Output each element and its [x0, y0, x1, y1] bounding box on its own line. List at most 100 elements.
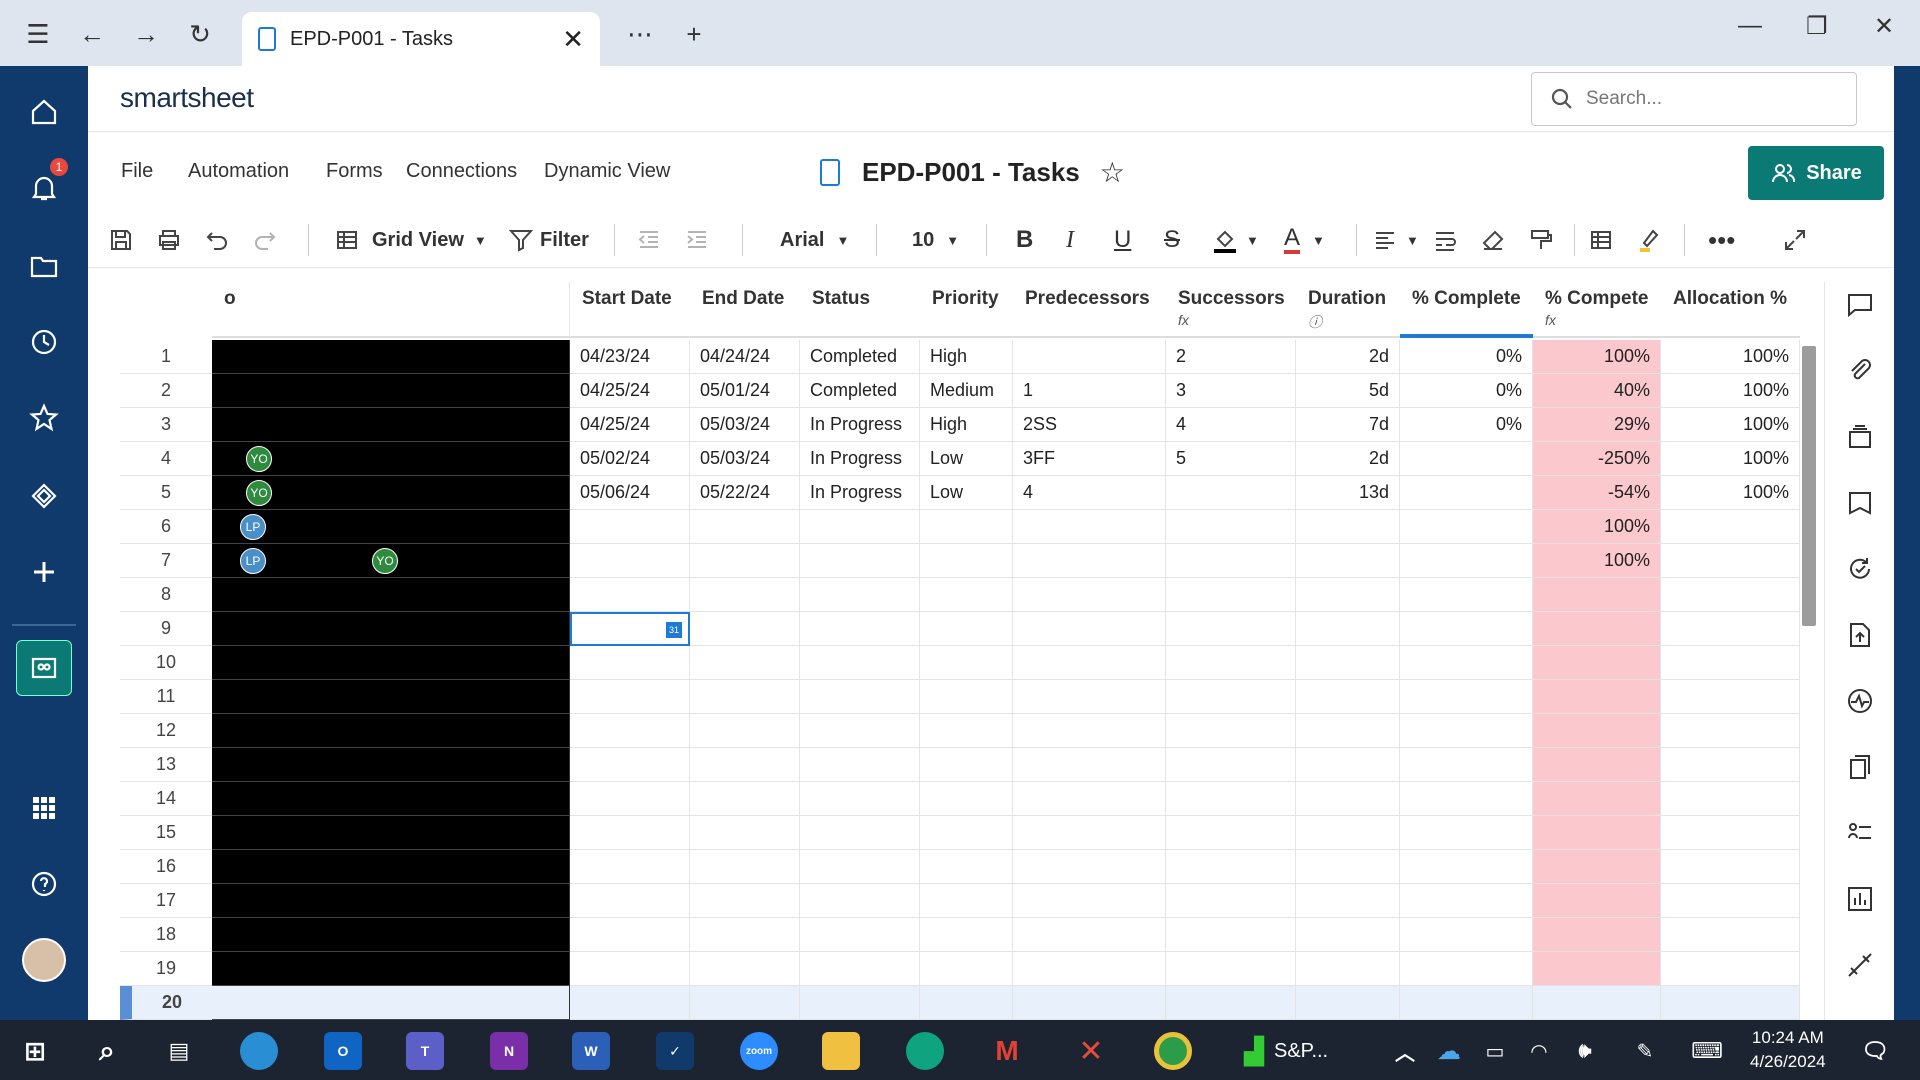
- table-cell[interactable]: [1533, 782, 1661, 816]
- table-cell[interactable]: Completed: [800, 374, 920, 408]
- table-cell[interactable]: [570, 850, 690, 884]
- table-cell[interactable]: [800, 748, 920, 782]
- table-cell[interactable]: [1400, 850, 1533, 884]
- brandfolder-icon[interactable]: [1843, 486, 1877, 520]
- table-cell[interactable]: -250%: [1533, 442, 1661, 476]
- restore-icon[interactable]: ❐: [1806, 12, 1828, 41]
- table-cell[interactable]: [1296, 578, 1400, 612]
- table-cell[interactable]: [1166, 748, 1296, 782]
- table-cell[interactable]: [920, 646, 1013, 680]
- table-cell[interactable]: [1400, 510, 1533, 544]
- table-cell[interactable]: 100%: [1661, 340, 1800, 374]
- menu-connections[interactable]: Connections: [406, 160, 517, 183]
- menu-automation[interactable]: Automation: [188, 160, 289, 183]
- table-cell[interactable]: [1661, 816, 1800, 850]
- grid-view-dropdown[interactable]: Grid View ▼: [334, 224, 487, 256]
- table-cell[interactable]: [212, 578, 570, 612]
- table-cell[interactable]: [690, 612, 800, 646]
- table-cell[interactable]: 5d: [1296, 374, 1400, 408]
- table-cell[interactable]: [570, 748, 690, 782]
- browser-menu-icon[interactable]: ☰: [18, 14, 58, 54]
- table-cell[interactable]: 04/24/24: [690, 340, 800, 374]
- table-cell[interactable]: [1661, 612, 1800, 646]
- table-cell[interactable]: Low: [920, 442, 1013, 476]
- table-cell[interactable]: [690, 544, 800, 578]
- file-explorer-icon[interactable]: [822, 1032, 860, 1070]
- menu-dynamic-view[interactable]: Dynamic View: [544, 160, 670, 183]
- table-cell[interactable]: [570, 510, 690, 544]
- table-cell[interactable]: 2d: [1296, 340, 1400, 374]
- row-number[interactable]: 13: [120, 748, 212, 782]
- table-cell[interactable]: 2: [1166, 340, 1296, 374]
- summary-icon[interactable]: [1843, 684, 1877, 718]
- table-cell[interactable]: [920, 986, 1013, 1020]
- table-cell[interactable]: [212, 646, 570, 680]
- table-cell[interactable]: [920, 884, 1013, 918]
- col-priority[interactable]: Priority: [920, 282, 1013, 338]
- table-cell[interactable]: [212, 850, 570, 884]
- table-cell[interactable]: [1296, 646, 1400, 680]
- table-cell[interactable]: [1296, 850, 1400, 884]
- table-cell[interactable]: 4: [1166, 408, 1296, 442]
- table-cell[interactable]: [1661, 884, 1800, 918]
- table-cell[interactable]: [920, 782, 1013, 816]
- table-cell[interactable]: [1533, 612, 1661, 646]
- table-cell[interactable]: [212, 340, 570, 374]
- table-cell[interactable]: [1661, 986, 1800, 1020]
- help-icon[interactable]: [22, 862, 66, 906]
- folder-icon[interactable]: [22, 244, 66, 288]
- table-cell[interactable]: [1296, 986, 1400, 1020]
- col-pct-compete[interactable]: % Compete fx: [1533, 282, 1661, 338]
- table-cell[interactable]: [1013, 816, 1166, 850]
- activity-log-icon[interactable]: [1843, 552, 1877, 586]
- table-cell[interactable]: [800, 952, 920, 986]
- table-cell[interactable]: [690, 952, 800, 986]
- table-cell[interactable]: [1533, 850, 1661, 884]
- col-primary[interactable]: o: [212, 282, 570, 338]
- table-cell[interactable]: 0%: [1400, 374, 1533, 408]
- row-number[interactable]: 9: [120, 612, 212, 646]
- sheet-title-text[interactable]: EPD-P001 - Tasks: [862, 157, 1080, 188]
- close-window-icon[interactable]: ✕: [1874, 12, 1894, 41]
- table-cell[interactable]: [212, 816, 570, 850]
- table-cell[interactable]: [212, 748, 570, 782]
- font-size-dropdown[interactable]: 10 ▼: [912, 224, 959, 256]
- table-cell[interactable]: 5: [1166, 442, 1296, 476]
- row-number[interactable]: 20: [120, 986, 212, 1020]
- table-cell[interactable]: 29%: [1533, 408, 1661, 442]
- table-cell[interactable]: [1296, 952, 1400, 986]
- table-cell[interactable]: 100%: [1661, 476, 1800, 510]
- table-cell[interactable]: [1166, 476, 1296, 510]
- italic-icon[interactable]: I: [1066, 224, 1074, 256]
- col-end-date[interactable]: End Date: [690, 282, 800, 338]
- table-cell[interactable]: [1166, 952, 1296, 986]
- table-cell[interactable]: [800, 612, 920, 646]
- table-cell[interactable]: [690, 748, 800, 782]
- table-cell[interactable]: [570, 544, 690, 578]
- table-cell[interactable]: 100%: [1661, 442, 1800, 476]
- onenote-icon[interactable]: N: [490, 1032, 528, 1070]
- table-cell[interactable]: [920, 816, 1013, 850]
- more-tabs-icon[interactable]: ⋯: [620, 14, 660, 54]
- reload-icon[interactable]: ↻: [180, 14, 220, 54]
- col-successors[interactable]: Successors fx: [1166, 282, 1296, 338]
- create-icon[interactable]: [22, 550, 66, 594]
- expand-icon[interactable]: [1782, 224, 1808, 256]
- row-number[interactable]: 12: [120, 714, 212, 748]
- back-icon[interactable]: ←: [72, 14, 112, 54]
- table-cell[interactable]: [1013, 646, 1166, 680]
- connections-icon[interactable]: [1843, 948, 1877, 982]
- table-cell[interactable]: [1533, 918, 1661, 952]
- table-cell[interactable]: [690, 680, 800, 714]
- table-cell[interactable]: [1533, 884, 1661, 918]
- table-cell[interactable]: [920, 714, 1013, 748]
- table-cell[interactable]: [1661, 748, 1800, 782]
- table-cell[interactable]: [1166, 578, 1296, 612]
- reports-icon[interactable]: [1843, 882, 1877, 916]
- table-cell[interactable]: 0%: [1400, 408, 1533, 442]
- sp-app[interactable]: ▟ S&P...: [1244, 1032, 1364, 1070]
- table-cell[interactable]: 40%: [1533, 374, 1661, 408]
- vertical-scrollbar[interactable]: [1802, 346, 1816, 626]
- outdent-icon[interactable]: [636, 224, 662, 256]
- table-cell[interactable]: [570, 986, 690, 1020]
